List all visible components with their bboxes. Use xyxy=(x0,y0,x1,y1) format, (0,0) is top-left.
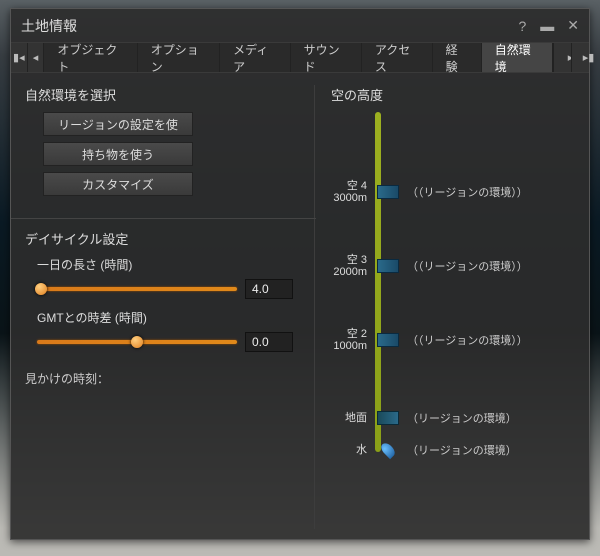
env-select-label: 自然環境を選択 xyxy=(25,85,302,104)
sky-marker-icon[interactable] xyxy=(377,259,399,273)
customize-button[interactable]: カスタマイズ xyxy=(43,172,193,196)
altitude-track-area: 空 43000m （（リージョンの環境）） 空 32000m （（リージョンの環… xyxy=(375,112,575,452)
content-area: 自然環境を選択 リージョンの設定を使 持ち物を使う カスタマイズ デイサイクル設… xyxy=(11,73,589,539)
use-region-button[interactable]: リージョンの設定を使 xyxy=(43,112,193,136)
left-panel: 自然環境を選択 リージョンの設定を使 持ち物を使う カスタマイズ デイサイクル設… xyxy=(25,85,315,529)
altitude-ground-env: （リージョンの環境） xyxy=(405,410,517,426)
sky-marker-icon[interactable] xyxy=(377,333,399,347)
divider xyxy=(11,218,316,219)
gmt-offset-label: GMTとの時差 (時間) xyxy=(31,309,302,326)
sky-altitude-title: 空の高度 xyxy=(331,85,575,104)
gmt-offset-input[interactable]: 0.0 xyxy=(245,332,293,352)
tab-scroll-left-icon[interactable]: ◂ xyxy=(28,43,45,72)
tab-access[interactable]: アクセス xyxy=(362,43,433,72)
day-length-input[interactable]: 4.0 xyxy=(245,279,293,299)
use-inventory-button[interactable]: 持ち物を使う xyxy=(43,142,193,166)
altitude-sky2[interactable]: 空 21000m （（リージョンの環境）） xyxy=(325,326,528,354)
gmt-offset-slider[interactable] xyxy=(37,336,237,348)
sky-marker-icon[interactable] xyxy=(377,185,399,199)
tab-scroll-last-icon[interactable]: ▸▮ xyxy=(571,43,589,72)
altitude-sky3[interactable]: 空 32000m （（リージョンの環境）） xyxy=(325,252,528,280)
tab-environment[interactable]: 自然環境 xyxy=(482,43,553,72)
close-icon[interactable]: ✕ xyxy=(567,17,579,34)
right-panel: 空の高度 空 43000m （（リージョンの環境）） 空 32000m （（リー… xyxy=(315,85,575,529)
tab-scroll-first-icon[interactable]: ▮◂ xyxy=(11,43,28,72)
day-length-slider[interactable] xyxy=(37,283,237,295)
water-drop-icon xyxy=(379,441,397,459)
apparent-time-label: 見かけの時刻： xyxy=(25,370,302,387)
tab-options[interactable]: オプション xyxy=(138,43,220,72)
help-icon[interactable]: ? xyxy=(518,18,526,34)
altitude-sky3-label: 空 32000m xyxy=(325,254,371,278)
altitude-ground-label: 地面 xyxy=(325,412,371,424)
daycycle-title: デイサイクル設定 xyxy=(25,229,302,248)
tab-experiences[interactable]: 経験 xyxy=(433,43,482,72)
tab-scroll-right-icon[interactable]: ▸ xyxy=(553,43,571,72)
altitude-track[interactable] xyxy=(375,112,381,452)
ground-marker-icon xyxy=(377,411,399,425)
altitude-water-env: （リージョンの環境） xyxy=(405,442,517,458)
altitude-sky2-env: （（リージョンの環境）） xyxy=(405,332,528,348)
altitude-sky4[interactable]: 空 43000m （（リージョンの環境）） xyxy=(325,178,528,206)
minimize-icon[interactable]: ▬ xyxy=(540,18,553,34)
tab-bar: ▮◂ ◂ オブジェクト オプション メディア サウンド アクセス 経験 自然環境… xyxy=(11,43,589,73)
day-length-label: 一日の長さ (時間) xyxy=(31,256,302,273)
land-info-window: 土地情報 ? ▬ ✕ ▮◂ ◂ オブジェクト オプション メディア サウンド ア… xyxy=(10,8,590,540)
tab-media[interactable]: メディア xyxy=(220,43,291,72)
altitude-water: 水 （リージョンの環境） xyxy=(325,436,517,464)
tab-objects[interactable]: オブジェクト xyxy=(44,43,137,72)
altitude-sky4-env: （（リージョンの環境）） xyxy=(405,184,528,200)
altitude-water-label: 水 xyxy=(325,444,371,456)
altitude-ground: 地面 （リージョンの環境） xyxy=(325,404,517,432)
altitude-sky4-label: 空 43000m xyxy=(325,180,371,204)
altitude-sky2-label: 空 21000m xyxy=(325,328,371,352)
tab-sound[interactable]: サウンド xyxy=(291,43,362,72)
window-title: 土地情報 xyxy=(21,16,518,36)
titlebar: 土地情報 ? ▬ ✕ xyxy=(11,9,589,43)
altitude-sky3-env: （（リージョンの環境）） xyxy=(405,258,528,274)
